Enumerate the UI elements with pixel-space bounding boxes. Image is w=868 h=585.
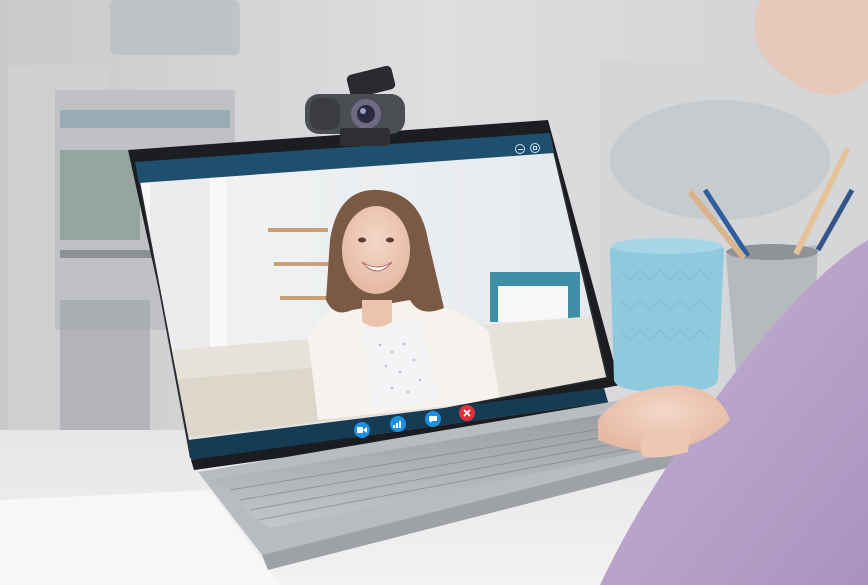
photo-scene: [0, 0, 868, 585]
end-call-button[interactable]: [459, 405, 475, 421]
minimize-icon: [517, 148, 523, 150]
fullscreen-button[interactable]: [530, 143, 540, 153]
audio-wave-icon: [393, 421, 401, 428]
chat-button[interactable]: [425, 411, 441, 427]
audio-button[interactable]: [390, 416, 406, 432]
end-call-icon: [463, 409, 471, 417]
chat-bubble-icon: [429, 415, 437, 423]
video-toggle-button[interactable]: [354, 422, 370, 438]
fullscreen-icon: [533, 146, 537, 150]
video-camera-icon: [357, 427, 367, 433]
minimize-button[interactable]: [515, 144, 525, 154]
